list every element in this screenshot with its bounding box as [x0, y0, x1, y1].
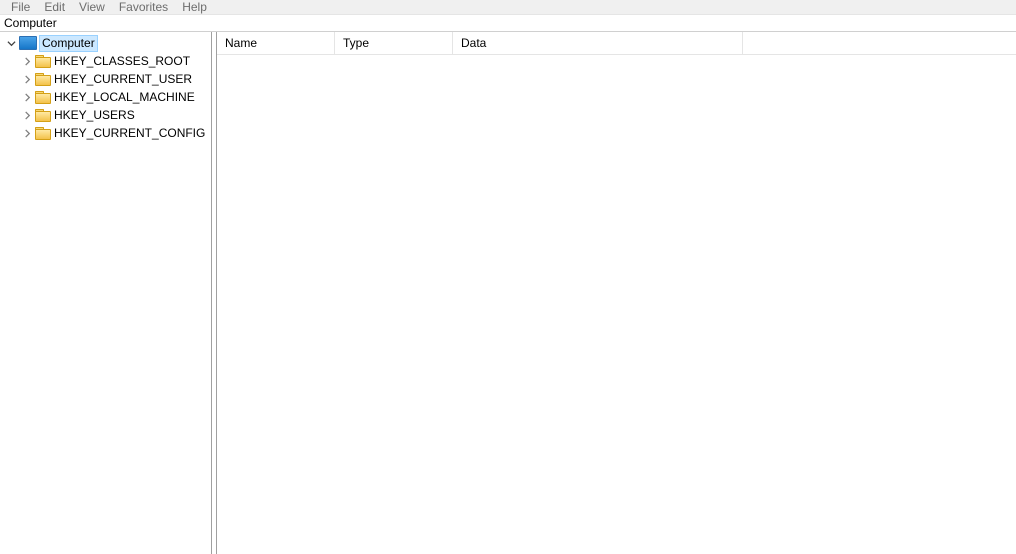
tree-node-hkcr[interactable]: HKEY_CLASSES_ROOT: [0, 52, 211, 70]
tree-node-hku[interactable]: HKEY_USERS: [0, 106, 211, 124]
tree-node-label: Computer: [39, 35, 98, 52]
menu-edit[interactable]: Edit: [37, 0, 72, 14]
folder-icon: [35, 73, 51, 85]
tree-node-hkcu[interactable]: HKEY_CURRENT_USER: [0, 70, 211, 88]
folder-icon: [35, 109, 51, 121]
tree-node-hkcc[interactable]: HKEY_CURRENT_CONFIG: [0, 124, 211, 142]
folder-icon: [35, 55, 51, 67]
folder-icon: [35, 127, 51, 139]
address-bar[interactable]: Computer: [0, 15, 1016, 32]
tree-node-label: HKEY_CURRENT_USER: [54, 70, 192, 88]
tree-node-label: HKEY_CURRENT_CONFIG: [54, 124, 205, 142]
tree-node-label: HKEY_CLASSES_ROOT: [54, 52, 190, 70]
folder-icon: [35, 91, 51, 103]
tree-node-hklm[interactable]: HKEY_LOCAL_MACHINE: [0, 88, 211, 106]
tree-node-label: HKEY_USERS: [54, 106, 135, 124]
chevron-right-icon[interactable]: [20, 126, 34, 140]
tree-node-computer[interactable]: Computer: [0, 34, 211, 52]
column-header-name[interactable]: Name: [217, 32, 335, 54]
tree-pane: Computer HKEY_CLASSES_ROOT HKEY_CURRENT_…: [0, 32, 212, 554]
list-header: Name Type Data: [217, 32, 1016, 55]
computer-icon: [19, 36, 37, 50]
chevron-right-icon[interactable]: [20, 108, 34, 122]
menu-favorites[interactable]: Favorites: [112, 0, 175, 14]
column-header-data[interactable]: Data: [453, 32, 743, 54]
address-path: Computer: [4, 16, 57, 30]
chevron-down-icon[interactable]: [4, 36, 18, 50]
client-area: Computer HKEY_CLASSES_ROOT HKEY_CURRENT_…: [0, 32, 1016, 554]
chevron-right-icon[interactable]: [20, 90, 34, 104]
column-header-type[interactable]: Type: [335, 32, 453, 54]
list-body[interactable]: [217, 55, 1016, 554]
menu-view[interactable]: View: [72, 0, 112, 14]
menubar: File Edit View Favorites Help: [0, 0, 1016, 15]
chevron-right-icon[interactable]: [20, 72, 34, 86]
menu-help[interactable]: Help: [175, 0, 214, 14]
chevron-right-icon[interactable]: [20, 54, 34, 68]
menu-file[interactable]: File: [4, 0, 37, 14]
tree-node-label: HKEY_LOCAL_MACHINE: [54, 88, 195, 106]
list-pane: Name Type Data: [217, 32, 1016, 554]
